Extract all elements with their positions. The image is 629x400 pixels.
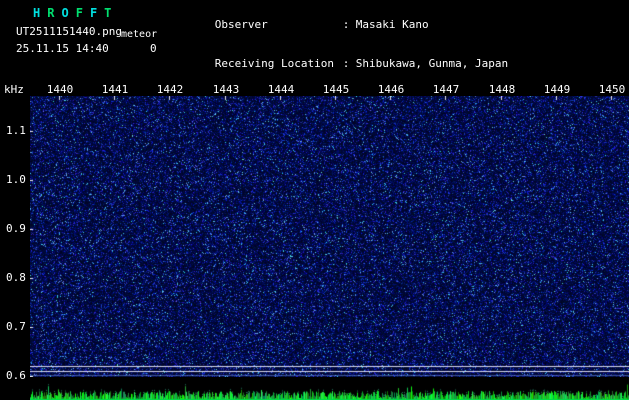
info-separator: : (342, 57, 350, 70)
app-title-letter: F (75, 6, 83, 20)
y-tick-label: 1.1 (6, 124, 26, 137)
signal-level-canvas (30, 378, 629, 400)
capture-filename: UT2511151440.png (16, 25, 122, 38)
y-axis-unit: kHz (4, 83, 24, 96)
time-tick-label: 1440 (46, 83, 74, 96)
time-tick-label: 1448 (488, 83, 516, 96)
spectrogram-canvas (30, 96, 629, 377)
capture-datetime: 25.11.15 14:40 (16, 42, 109, 55)
observation-mode-label: meteor (121, 29, 158, 40)
y-tick-label: 0.8 (6, 271, 26, 284)
info-label: Receiving Location (214, 57, 334, 70)
echo-count: 0 (150, 42, 157, 55)
app-title: HROFFT (33, 6, 118, 20)
info-row-observer: Observer: Masaki Kano (175, 5, 561, 44)
time-tick-label: 1445 (322, 83, 350, 96)
y-tick-label: 1.0 (6, 173, 26, 186)
app-title-letter: T (104, 6, 112, 20)
time-tick-label: 1441 (101, 83, 129, 96)
app-title-letter: O (61, 6, 69, 20)
time-tick-label: 1446 (377, 83, 405, 96)
app-title-letter: R (47, 6, 55, 20)
y-tick-label: 0.6 (6, 369, 26, 382)
info-value: Shibukawa, Gunma, Japan (355, 57, 509, 70)
time-tick-label: 1450 (598, 83, 626, 96)
info-label: Observer (214, 18, 268, 31)
app-title-letter: H (33, 6, 41, 20)
time-tick-label: 1447 (432, 83, 460, 96)
time-tick-label: 1443 (212, 83, 240, 96)
hrofft-window: HROFFT UT2511151440.png meteor 25.11.15 … (0, 0, 629, 400)
app-title-letter: F (89, 6, 98, 20)
time-tick-label: 1442 (156, 83, 184, 96)
info-value: Masaki Kano (355, 18, 429, 31)
info-row-location: Receiving Location: Shibukawa, Gunma, Jap… (175, 44, 561, 83)
time-tick-label: 1444 (267, 83, 295, 96)
info-separator: : (342, 18, 350, 31)
y-tick-label: 0.7 (6, 320, 26, 333)
time-tick-label: 1449 (543, 83, 571, 96)
y-tick-label: 0.9 (6, 222, 26, 235)
